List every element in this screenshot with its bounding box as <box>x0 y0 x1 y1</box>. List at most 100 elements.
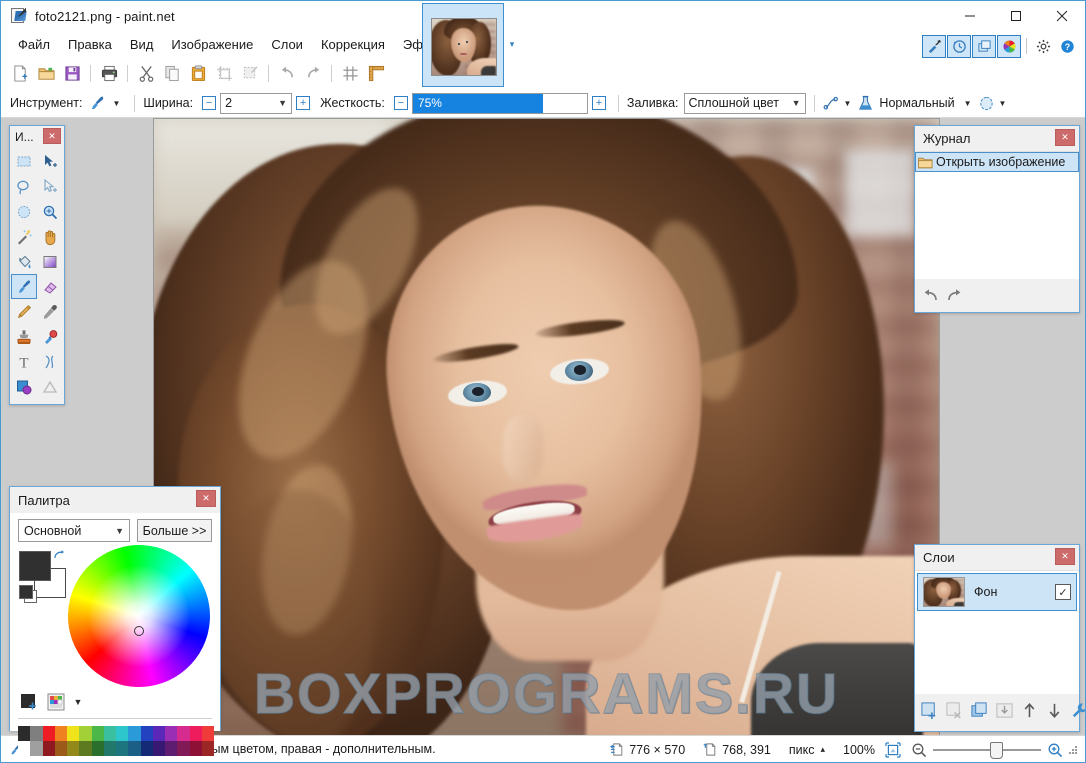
palette-swatch[interactable] <box>116 726 129 741</box>
toolbox-close-button[interactable]: ✕ <box>43 128 61 144</box>
palette-swatch[interactable] <box>128 726 141 741</box>
palette-swatch[interactable] <box>54 726 67 741</box>
zoom-slider-thumb[interactable] <box>990 741 1003 759</box>
palette-swatch[interactable] <box>189 726 202 741</box>
open-image-button[interactable] <box>33 61 59 87</box>
palette-swatch[interactable] <box>140 741 153 756</box>
undo-arrow-icon[interactable] <box>921 287 939 303</box>
tool-text[interactable]: T <box>11 349 37 374</box>
palette-swatch[interactable] <box>91 726 104 741</box>
history-close-button[interactable]: ✕ <box>1055 129 1075 146</box>
toggle-layers-button[interactable] <box>972 34 996 58</box>
tool-line-curve[interactable] <box>37 349 63 374</box>
layer-visibility-checkbox[interactable]: ✓ <box>1055 584 1071 600</box>
palette-swatch[interactable] <box>165 741 178 756</box>
copy-button[interactable] <box>159 61 185 87</box>
color-wheel[interactable] <box>38 515 240 717</box>
chevron-down-icon[interactable]: ▼ <box>278 98 287 108</box>
help-button[interactable]: ? <box>1055 35 1079 58</box>
menu-edit[interactable]: Правка <box>59 33 121 56</box>
settings-button[interactable] <box>1031 35 1055 58</box>
move-layer-down-button[interactable] <box>1045 701 1064 720</box>
palette-swatch[interactable] <box>152 726 165 741</box>
swap-colors-icon[interactable] <box>53 549 66 562</box>
hardness-increase-button[interactable]: + <box>591 96 606 110</box>
blend-dropdown-arrow-icon[interactable]: ▼ <box>964 99 972 108</box>
image-canvas[interactable]: BOXPROGRAMS.RU <box>153 118 940 736</box>
minimize-button[interactable] <box>947 1 993 31</box>
menu-file[interactable]: Файл <box>9 33 59 56</box>
menu-layers[interactable]: Слои <box>262 33 312 56</box>
blend-mode-value[interactable]: Нормальный <box>879 96 954 110</box>
palette-swatch[interactable] <box>116 741 129 756</box>
palette-mode-select[interactable]: Основной ▼ <box>18 519 130 542</box>
tool-zoom[interactable] <box>37 199 63 224</box>
tool-eraser[interactable] <box>37 274 63 299</box>
palette-swatch[interactable] <box>140 726 153 741</box>
units-chevron-up-icon[interactable]: ▴ <box>820 744 825 755</box>
chevron-down-icon[interactable]: ▼ <box>115 526 124 536</box>
palette-swatch[interactable] <box>103 726 116 741</box>
palette-more-button[interactable]: Больше >> <box>137 519 212 542</box>
hardness-decrease-button[interactable]: − <box>393 96 408 110</box>
palette-swatch[interactable] <box>30 741 43 756</box>
palette-swatch[interactable] <box>54 741 67 756</box>
palette-swatch[interactable] <box>103 741 116 756</box>
layer-row-background[interactable]: Фон ✓ <box>917 573 1077 611</box>
layer-properties-button[interactable] <box>1070 701 1085 720</box>
tool-paintbrush[interactable] <box>11 274 37 299</box>
fit-to-window-icon[interactable] <box>885 741 901 758</box>
palette-swatch[interactable] <box>67 741 80 756</box>
width-input[interactable]: 2 ▼ <box>220 92 293 114</box>
toggle-history-button[interactable] <box>947 34 971 58</box>
rulers-button[interactable] <box>363 61 389 87</box>
palette-swatch[interactable] <box>67 726 80 741</box>
cut-button[interactable] <box>133 61 159 87</box>
palette-swatch[interactable] <box>165 726 178 741</box>
primary-color-swatch[interactable] <box>19 551 51 581</box>
tool-lasso-select[interactable] <box>11 174 37 199</box>
menu-image[interactable]: Изображение <box>162 33 262 56</box>
tool-recolor[interactable] <box>37 324 63 349</box>
palette-swatch[interactable] <box>152 741 165 756</box>
tool-move-selected[interactable] <box>37 149 63 174</box>
layers-close-button[interactable]: ✕ <box>1055 548 1075 565</box>
clipboard-paste-button[interactable] <box>185 61 211 87</box>
duplicate-layer-button[interactable] <box>970 701 989 720</box>
tool-pan[interactable] <box>37 224 63 249</box>
delete-layer-button[interactable] <box>945 701 964 720</box>
resize-grip[interactable] <box>1067 744 1079 756</box>
print-button[interactable] <box>96 61 122 87</box>
blob-sample-icon[interactable] <box>978 95 995 112</box>
hardness-slider[interactable]: 75% <box>411 92 588 114</box>
palette-swatch[interactable] <box>177 741 190 756</box>
maximize-button[interactable] <box>993 1 1039 31</box>
flask-blend-icon[interactable] <box>857 95 874 112</box>
fill-select[interactable]: Сплошной цвет ▼ <box>683 92 806 114</box>
add-swatch-icon[interactable] <box>18 691 40 713</box>
save-button[interactable] <box>59 61 85 87</box>
palette-swatch[interactable] <box>18 726 31 741</box>
zoom-out-icon[interactable] <box>911 742 927 758</box>
crop-to-selection-button[interactable] <box>211 61 237 87</box>
palette-swatch[interactable] <box>42 741 55 756</box>
toggle-tools-button[interactable] <box>922 34 946 58</box>
palette-swatch[interactable] <box>201 741 214 756</box>
tool-shapes-extra[interactable] <box>37 374 63 399</box>
paintbrush-icon[interactable] <box>89 95 106 112</box>
redo-button[interactable] <box>300 61 326 87</box>
palette-swatch[interactable] <box>79 741 92 756</box>
tool-rectangle-select[interactable] <box>11 149 37 174</box>
tool-pencil[interactable] <box>11 299 37 324</box>
palette-swatch[interactable] <box>79 726 92 741</box>
palette-swatch-grid[interactable] <box>18 726 214 756</box>
tool-color-picker[interactable] <box>37 299 63 324</box>
width-decrease-button[interactable]: − <box>202 96 217 110</box>
palette-dropdown-icon[interactable]: ▼ <box>72 691 84 713</box>
tool-ellipse-select[interactable] <box>11 199 37 224</box>
document-tab-foto2121[interactable] <box>422 3 504 87</box>
tool-gradient[interactable] <box>37 249 63 274</box>
width-increase-button[interactable]: + <box>296 96 311 110</box>
tool-move-selection[interactable] <box>37 174 63 199</box>
palette-close-button[interactable]: ✕ <box>196 490 216 507</box>
